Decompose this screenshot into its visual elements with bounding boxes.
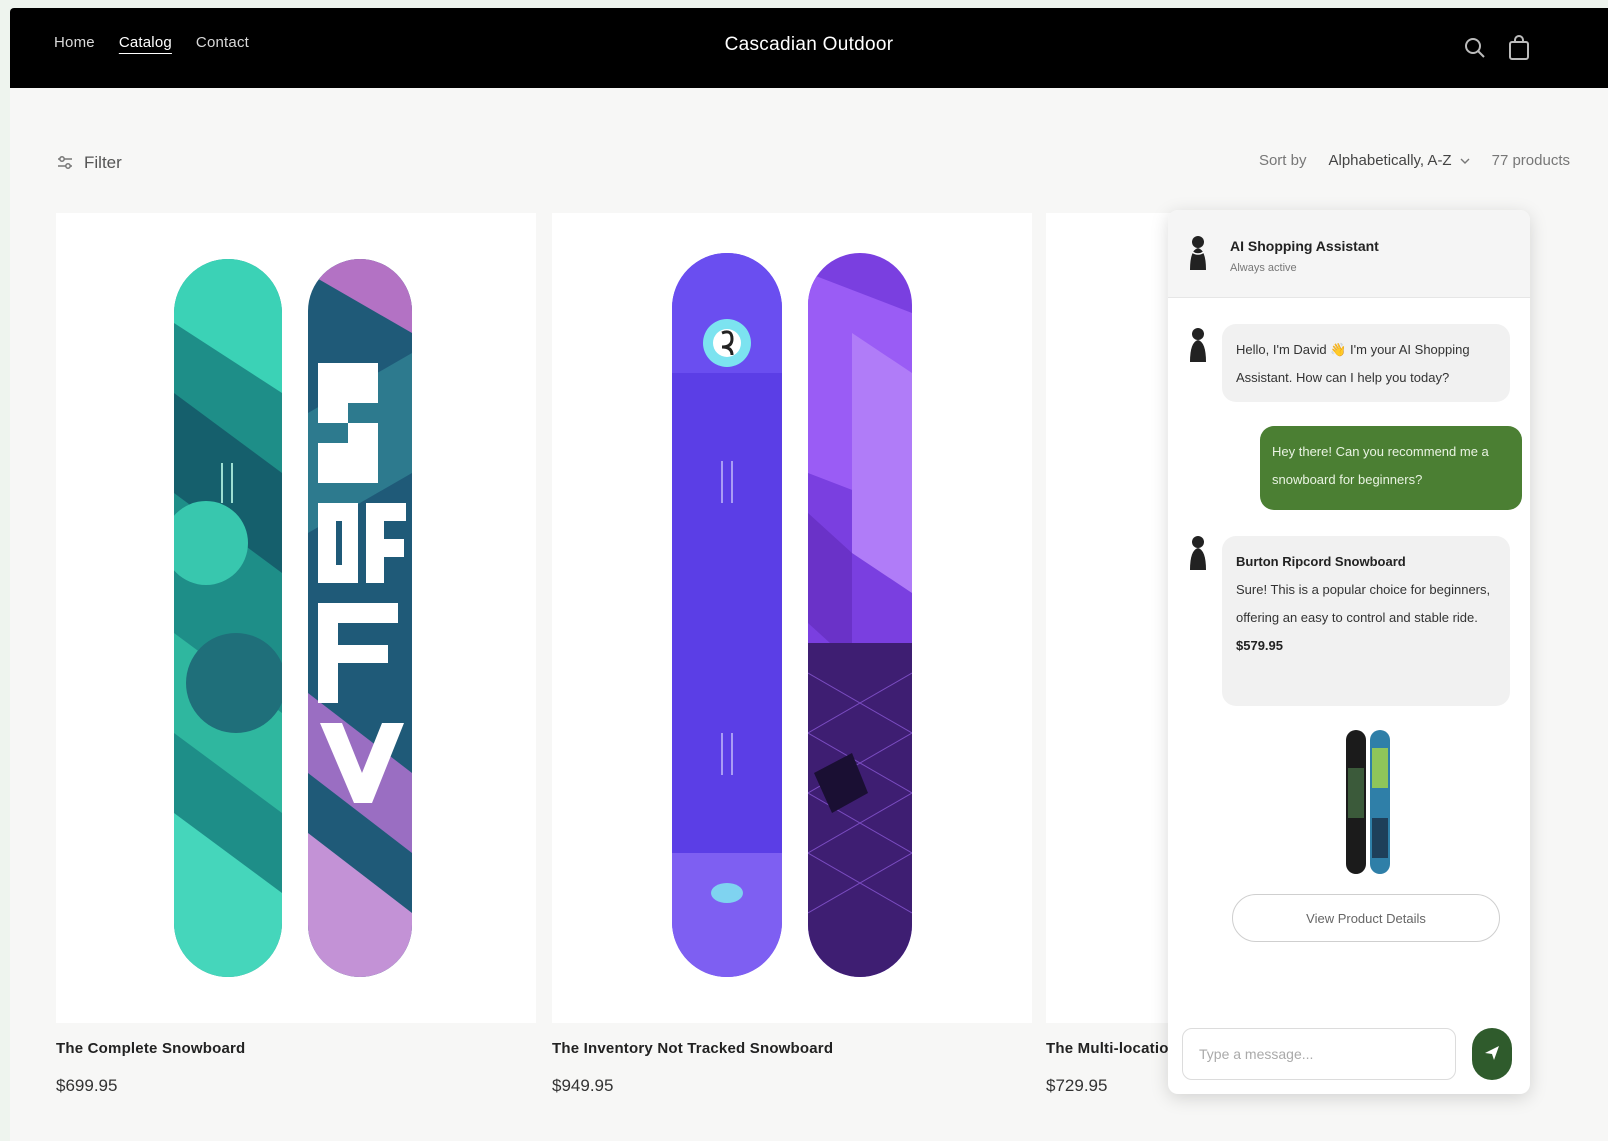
ai-shopping-assistant-chat: AI Shopping Assistant Always active Hell…: [1168, 210, 1530, 1094]
sort-row: Sort by Alphabetically, A-Z 77 products: [1259, 152, 1570, 169]
product-title-3[interactable]: The Multi-location: [1046, 1040, 1168, 1057]
sort-by-label: Sort by: [1258, 152, 1307, 169]
product-price-3: $729.95: [1046, 1076, 1108, 1095]
product-count: 77 products: [1491, 152, 1570, 169]
cart-icon[interactable]: [1506, 34, 1532, 62]
assistant-greeting-message: Hello, I'm David 👋 I'm your AI Shopping …: [1222, 324, 1510, 402]
assistant-avatar-icon: [1190, 536, 1206, 570]
sort-select[interactable]: Alphabetically, A-Z: [1328, 152, 1470, 169]
chevron-down-icon: [1460, 158, 1470, 164]
top-navigation-bar: Home Catalog Contact Cascadian Outdoor: [10, 8, 1608, 88]
chat-header: AI Shopping Assistant Always active: [1168, 210, 1530, 298]
user-message: Hey there! Can you recommend me a snowbo…: [1260, 426, 1522, 510]
assistant-recommendation-message: Burton Ripcord Snowboard Sure! This is a…: [1222, 536, 1510, 706]
filter-sliders-icon: [58, 156, 72, 169]
product-card-image[interactable]: [56, 213, 536, 1023]
chat-message-input[interactable]: [1182, 1028, 1456, 1080]
view-product-details-button[interactable]: View Product Details: [1232, 894, 1500, 942]
recommended-product-title: Burton Ripcord Snowboard: [1236, 554, 1406, 569]
recommended-product-price: $579.95: [1236, 638, 1283, 653]
send-icon: [1485, 1045, 1499, 1060]
assistant-name: AI Shopping Assistant: [1230, 238, 1379, 254]
product-price-2: $949.95: [552, 1076, 614, 1095]
store-brand-title[interactable]: Cascadian Outdoor: [10, 34, 1608, 56]
product-title-2[interactable]: The Inventory Not Tracked Snowboard: [552, 1040, 833, 1057]
recommended-snowboard-thumbnail[interactable]: [1344, 728, 1394, 876]
send-message-button[interactable]: [1472, 1028, 1512, 1080]
filter-label: Filter: [84, 153, 122, 172]
sort-value: Alphabetically, A-Z: [1328, 152, 1452, 169]
storefront-screen: Home Catalog Contact Cascadian Outdoor F…: [10, 8, 1608, 1141]
product-title-1[interactable]: The Complete Snowboard: [56, 1040, 245, 1057]
assistant-avatar-icon: [1190, 236, 1206, 270]
product-price-1: $699.95: [56, 1076, 118, 1095]
inventory-snowboard-image: [672, 253, 912, 977]
search-icon[interactable]: [1462, 34, 1488, 62]
product-card-image[interactable]: [552, 213, 1032, 1023]
assistant-status: Always active: [1230, 262, 1297, 274]
filter-button[interactable]: Filter: [56, 153, 122, 173]
complete-snowboard-image: [174, 259, 412, 977]
recommendation-description: Sure! This is a popular choice for begin…: [1236, 582, 1491, 625]
assistant-avatar-icon: [1190, 328, 1206, 362]
